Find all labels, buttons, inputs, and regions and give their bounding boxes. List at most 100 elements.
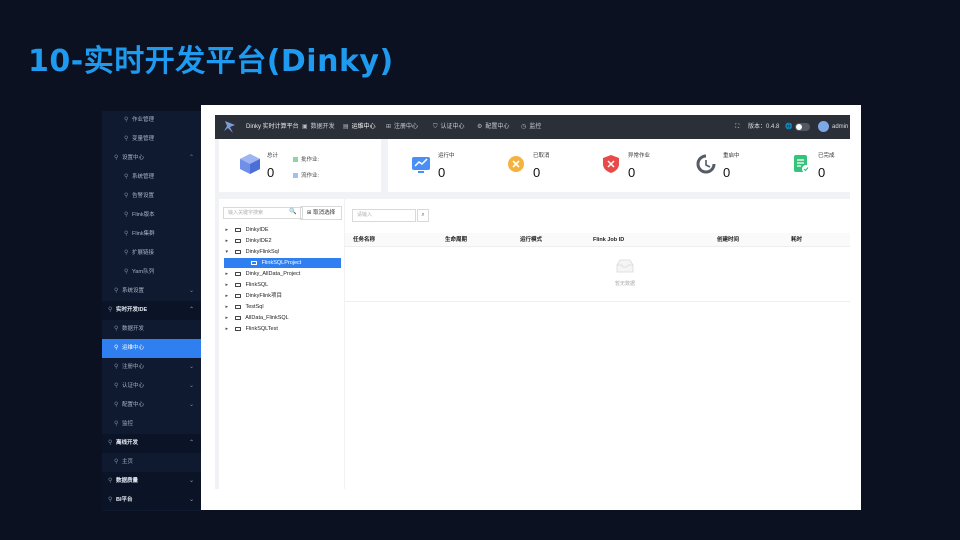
nav-tab-label: 监控 [529, 124, 542, 130]
column-header[interactable]: 耗时 [791, 233, 802, 247]
sidebar-item[interactable]: ⚲ 运维中心 [102, 339, 201, 358]
menu-icon: ⚲ [114, 364, 119, 370]
sidebar-item-label: 实时开发IDE [116, 307, 148, 313]
batch-job-label: 批作业: [293, 155, 319, 163]
total-label: 总计 [267, 153, 279, 159]
sidebar-item[interactable]: ⚲ 扩展链接 [102, 244, 201, 263]
sidebar-item[interactable]: ⚲ Yarn队列 [102, 263, 201, 282]
sidebar-item[interactable]: ⚲ 系统管理 [102, 168, 201, 187]
avatar[interactable] [818, 121, 829, 132]
sidebar-item[interactable]: ⚲ 变量管理 [102, 130, 201, 149]
nav-tab[interactable]: ▤ 运维中心 [343, 115, 376, 139]
tree-node[interactable]: ▸ DinkyIDE2 [224, 236, 341, 246]
menu-icon: ⚲ [124, 174, 129, 180]
sidebar-item[interactable]: ⚲ BI平台 ⌄ [102, 491, 201, 510]
menu-icon: ⚲ [124, 269, 129, 275]
sidebar-item[interactable]: ⚲ 主页 [102, 453, 201, 472]
menu-icon: ⚲ [108, 497, 113, 503]
sidebar-item[interactable]: ⚲ 作业管理 [102, 111, 201, 130]
nav-tab[interactable]: ▣ 数据开发 [302, 115, 335, 139]
column-header[interactable]: 任务名称 [353, 233, 375, 247]
caret-right-icon[interactable]: ▸ [226, 302, 234, 312]
sidebar-item[interactable]: ⚲ 数据开发 [102, 320, 201, 339]
monitor-icon: ▤ [343, 124, 349, 130]
chevron-down-icon: ⌄ [188, 478, 194, 484]
caret-down-icon[interactable]: ▾ [226, 247, 234, 257]
deselect-button[interactable]: ⊞ 取消选择 [300, 206, 342, 220]
tree-node-label: FlinkSQLTest [245, 326, 278, 332]
sidebar-item[interactable]: ⚲ 数据质量 ⌄ [102, 472, 201, 491]
sidebar-item[interactable]: ⚲ 监控 [102, 415, 201, 434]
tree-node-label: TestSql [245, 304, 264, 310]
nav-tab[interactable]: ⊞ 注册中心 [386, 115, 418, 139]
sidebar-item[interactable]: ⚲ 配置中心 ⌄ [102, 396, 201, 415]
menu-icon: ⚲ [114, 345, 119, 351]
content-area: 总计 0 批作业: 流作业: 运行中 0 已取消 0 异常作业 0 重启中 0 … [215, 139, 850, 489]
caret-right-icon[interactable]: ▸ [226, 313, 234, 323]
shield-icon: ⛉ [433, 124, 438, 130]
sidebar-item-label: 扩展链接 [132, 250, 155, 256]
tree-node[interactable]: FlinkSQLProject [224, 258, 341, 268]
status-label: 运行中 [438, 153, 455, 159]
caret-right-icon[interactable]: ▸ [226, 280, 234, 290]
tree-node[interactable]: ▸ AllData_FlinkSQL [224, 313, 341, 323]
tree-node-label: DinkyIDE [245, 227, 269, 233]
menu-icon: ⚲ [108, 440, 113, 446]
total-value: 0 [267, 165, 275, 180]
theme-toggle[interactable] [795, 123, 810, 131]
error-shield-icon [603, 155, 619, 173]
folder-icon [235, 227, 242, 232]
status-value: 0 [723, 165, 731, 180]
globe-icon[interactable]: 🌐 [785, 115, 792, 139]
caret-right-icon[interactable]: ▸ [226, 269, 234, 279]
nav-tab[interactable]: ⚙ 配置中心 [477, 115, 509, 139]
stream-icon [293, 173, 298, 179]
sidebar-item-label: 系统管理 [132, 174, 155, 180]
nav-tab-label: 运维中心 [351, 124, 376, 130]
sidebar-item[interactable]: ⚲ Flink版本 [102, 206, 201, 225]
sidebar-item[interactable]: ⚲ 注册中心 ⌄ [102, 358, 201, 377]
empty-inbox-icon [616, 259, 634, 273]
tree-node[interactable]: ▸ TestSql [224, 302, 341, 312]
tree-node[interactable]: ▸ FlinkSQLTest [224, 324, 341, 334]
tree-node[interactable]: ▸ Dinky_AllData_Project [224, 269, 341, 279]
column-header[interactable]: Flink Job ID [593, 233, 624, 247]
column-header[interactable]: 生命周期 [445, 233, 467, 247]
sidebar-item[interactable]: ⚲ 实时开发IDE ⌃ [102, 301, 201, 320]
folder-icon [235, 326, 242, 331]
job-search-input[interactable]: 请输入 [352, 209, 416, 222]
menu-icon: ⚲ [108, 307, 113, 313]
caret-right-icon[interactable]: ▸ [226, 291, 234, 301]
status-card: 运行中 0 已取消 0 异常作业 0 重启中 0 已完成 0 [388, 139, 850, 192]
tree-node-label: DinkyFlinkSql [245, 249, 279, 255]
sidebar-item[interactable]: ⚲ 认证中心 ⌄ [102, 377, 201, 396]
tree-node[interactable]: ▸ DinkyIDE [224, 225, 341, 235]
user-name[interactable]: admin [832, 115, 848, 139]
search-icon[interactable]: ⌕ [417, 209, 429, 222]
folder-icon [235, 271, 242, 276]
folder-icon [235, 238, 242, 243]
caret-right-icon[interactable]: ▸ [226, 324, 234, 334]
sidebar-item-label: Yarn队列 [132, 269, 155, 275]
nav-tab[interactable]: ⛉ 认证中心 [433, 115, 465, 139]
column-header[interactable]: 创建时间 [717, 233, 739, 247]
app-window: Dinky 实时计算平台 ▣ 数据开发 ▤ 运维中心 ⊞ 注册中心 ⛉ 认证中心 ⚙ 配置中心 ◷ 监… [201, 105, 861, 510]
sidebar-item[interactable]: ⚲ 告警设置 [102, 187, 201, 206]
sidebar-item[interactable]: ⚲ 系统设置 ⌄ [102, 282, 201, 301]
tree-node[interactable]: ▸ FlinkSQL [224, 280, 341, 290]
caret-right-icon[interactable]: ▸ [226, 225, 234, 235]
clock-icon: ◷ [521, 124, 527, 130]
menu-icon: ⚲ [124, 250, 129, 256]
tree-node[interactable]: ▾ DinkyFlinkSql [224, 247, 341, 257]
tree-node[interactable]: ▸ DinkyFlink项目 [224, 291, 341, 301]
sidebar-item-label: 监控 [122, 421, 134, 427]
fullscreen-icon[interactable]: ⛶ [735, 115, 739, 139]
tree-node-label: AllData_FlinkSQL [245, 315, 289, 321]
caret-right-icon[interactable]: ▸ [226, 236, 234, 246]
sidebar-item[interactable]: ⚲ 离线开发 ⌃ [102, 434, 201, 453]
nav-tab[interactable]: ◷ 监控 [521, 115, 541, 139]
sidebar-item[interactable]: ⚲ 设置中心 ⌃ [102, 149, 201, 168]
sidebar-item[interactable]: ⚲ Flink集群 [102, 225, 201, 244]
column-header[interactable]: 运行模式 [520, 233, 542, 247]
search-icon[interactable]: 🔍 [289, 208, 296, 215]
